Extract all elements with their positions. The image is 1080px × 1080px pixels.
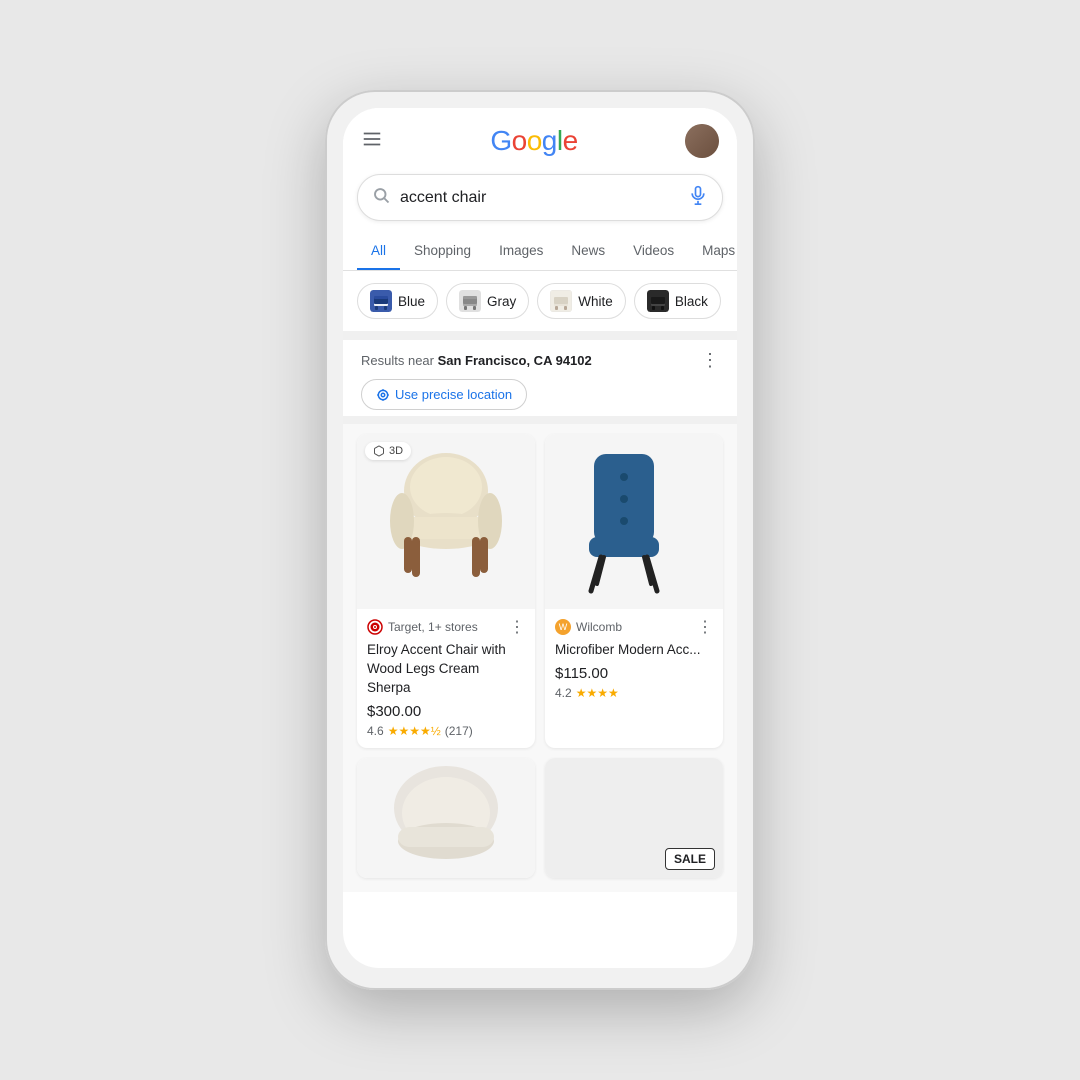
tab-all[interactable]: All <box>357 233 400 271</box>
chair-3-svg <box>381 763 511 873</box>
chair-2-svg <box>579 449 689 594</box>
section-divider-2 <box>343 416 737 424</box>
precise-location-label: Use precise location <box>395 387 512 402</box>
header: Google <box>343 108 737 166</box>
chip-gray-label: Gray <box>487 294 516 309</box>
tab-news[interactable]: News <box>557 233 619 271</box>
store-label-1: Target, 1+ stores <box>388 620 478 634</box>
store-name-2: W Wilcomb <box>555 619 622 635</box>
product-card-2[interactable]: W Wilcomb ⋮ Microfiber Modern Acc... $11… <box>545 434 723 748</box>
chair-1-svg <box>376 449 516 594</box>
product-card-3[interactable] <box>357 758 535 878</box>
card-more-1[interactable]: ⋮ <box>509 617 525 637</box>
google-logo: Google <box>490 125 577 157</box>
sale-badge: SALE <box>665 848 715 870</box>
mic-icon[interactable] <box>688 185 708 210</box>
product-image-1: 3D <box>357 434 535 609</box>
bottom-products-grid: SALE <box>357 758 723 878</box>
bottom-cards: SALE <box>343 758 737 892</box>
rating-row-1: 4.6 ★★★★½ (217) <box>367 724 525 738</box>
products-section: 3D <box>343 424 737 758</box>
more-options-icon[interactable]: ⋮ <box>701 350 719 371</box>
badge-3d: 3D <box>365 442 411 460</box>
product-image-2 <box>545 434 723 609</box>
target-logo <box>367 619 383 635</box>
product-title-2: Microfiber Modern Acc... <box>555 641 713 660</box>
location-city: San Francisco, CA 94102 <box>438 353 592 368</box>
product-info-1: Target, 1+ stores ⋮ Elroy Accent Chair w… <box>357 609 535 748</box>
tab-videos[interactable]: Videos <box>619 233 688 271</box>
location-text: Results near San Francisco, CA 94102 <box>361 353 592 368</box>
filter-chips: Blue Gray <box>343 271 737 331</box>
badge-3d-label: 3D <box>389 445 403 457</box>
avatar[interactable] <box>685 124 719 158</box>
precise-location-button[interactable]: Use precise location <box>361 379 527 410</box>
rating-row-2: 4.2 ★★★★ <box>555 686 713 700</box>
chip-blue[interactable]: Blue <box>357 283 438 319</box>
product-info-2: W Wilcomb ⋮ Microfiber Modern Acc... $11… <box>545 609 723 710</box>
store-label-2: Wilcomb <box>576 620 622 634</box>
section-divider <box>343 331 737 339</box>
stars-2: ★★★★ <box>576 686 619 700</box>
chip-black-label: Black <box>675 294 708 309</box>
product-card-4[interactable]: SALE <box>545 758 723 878</box>
product-price-2: $115.00 <box>555 665 713 682</box>
review-count-1: (217) <box>445 724 473 738</box>
product-image-4: SALE <box>545 758 723 878</box>
stars-1: ★★★★½ <box>388 724 441 738</box>
chip-white-label: White <box>578 294 613 309</box>
product-title-1: Elroy Accent Chair with Wood Legs Cream … <box>367 641 525 698</box>
avatar-image <box>685 124 719 158</box>
product-image-3 <box>357 758 535 878</box>
chip-white[interactable]: White <box>537 283 626 319</box>
card-more-2[interactable]: ⋮ <box>697 617 713 637</box>
phone-screen: Google accent chair <box>343 108 737 968</box>
rating-value-2: 4.2 <box>555 686 572 700</box>
store-row-2: W Wilcomb ⋮ <box>555 617 713 637</box>
products-grid: 3D <box>357 434 723 748</box>
search-input[interactable]: accent chair <box>400 189 680 207</box>
search-icon <box>372 186 390 209</box>
wilcomb-logo: W <box>555 619 571 635</box>
tab-shopping[interactable]: Shopping <box>400 233 485 271</box>
search-bar[interactable]: accent chair <box>357 174 723 221</box>
store-name-1: Target, 1+ stores <box>367 619 478 635</box>
chip-blue-label: Blue <box>398 294 425 309</box>
location-bar: Results near San Francisco, CA 94102 ⋮ U… <box>343 339 737 416</box>
tab-maps[interactable]: Maps <box>688 233 737 271</box>
product-card-1[interactable]: 3D <box>357 434 535 748</box>
phone-shell: Google accent chair <box>325 90 755 990</box>
rating-value-1: 4.6 <box>367 724 384 738</box>
location-row: Results near San Francisco, CA 94102 ⋮ <box>361 350 719 371</box>
nav-tabs: All Shopping Images News Videos Maps <box>343 233 737 271</box>
tab-images[interactable]: Images <box>485 233 557 271</box>
store-row-1: Target, 1+ stores ⋮ <box>367 617 525 637</box>
hamburger-icon[interactable] <box>361 128 383 155</box>
chip-black[interactable]: Black <box>634 283 721 319</box>
chip-gray[interactable]: Gray <box>446 283 529 319</box>
product-price-1: $300.00 <box>367 703 525 720</box>
